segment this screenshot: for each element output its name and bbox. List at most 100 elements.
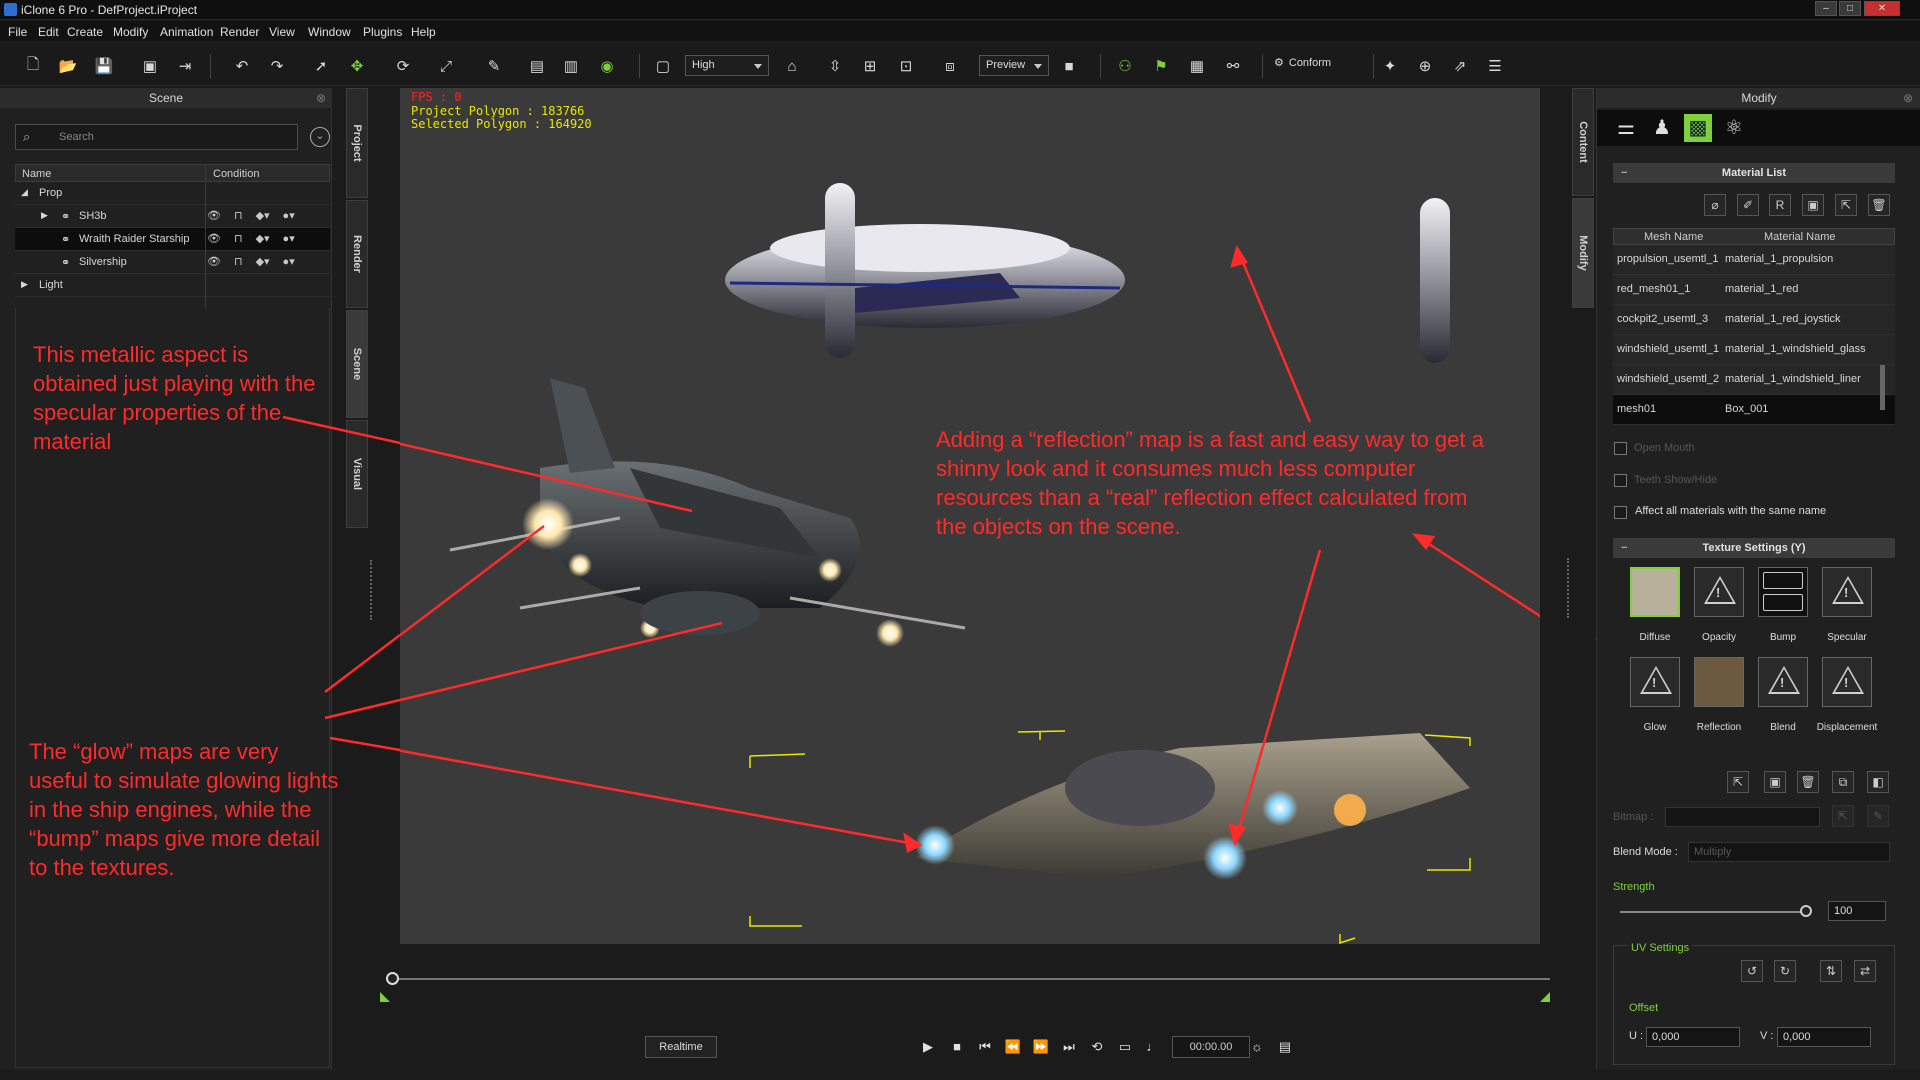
- save-material-icon[interactable]: ▣: [1802, 194, 1824, 216]
- specular-slot[interactable]: !: [1822, 567, 1872, 617]
- rotate-icon[interactable]: ⟳: [392, 56, 414, 76]
- subtitle-icon[interactable]: ▭: [1116, 1039, 1134, 1055]
- folder-export-icon[interactable]: ⇗: [1449, 56, 1471, 76]
- menu-plugins[interactable]: Plugins: [363, 25, 402, 39]
- sphere-icon[interactable]: ●▾: [283, 209, 295, 222]
- puppet-icon[interactable]: ⚯: [1222, 56, 1244, 76]
- v-offset-input[interactable]: 0,000: [1777, 1027, 1871, 1047]
- distribute-icon[interactable]: ▥: [560, 56, 582, 76]
- strength-slider-handle[interactable]: [1800, 905, 1812, 917]
- opacity-slot[interactable]: !: [1694, 567, 1744, 617]
- loop-icon[interactable]: ⟲: [1088, 1039, 1106, 1055]
- reflection-slot[interactable]: [1694, 657, 1744, 707]
- delete-texture-icon[interactable]: 🗑: [1797, 771, 1819, 793]
- load-material-icon[interactable]: ⇱: [1835, 194, 1857, 216]
- realtime-button[interactable]: Realtime: [645, 1036, 717, 1058]
- menu-create[interactable]: Create: [67, 25, 103, 39]
- tree-row-light[interactable]: ▶ Light: [15, 274, 330, 297]
- menu-window[interactable]: Window: [308, 25, 351, 39]
- music-note-icon[interactable]: ♩: [1144, 1039, 1162, 1054]
- menu-animation[interactable]: Animation: [160, 25, 213, 39]
- tab-scene[interactable]: Scene: [346, 310, 368, 418]
- paint-icon[interactable]: ✐: [1737, 194, 1759, 216]
- minimize-button[interactable]: –: [1815, 1, 1837, 16]
- bump-slot[interactable]: [1758, 567, 1808, 617]
- zoom-icon[interactable]: ⊕: [1414, 56, 1436, 76]
- tab-modify[interactable]: Modify: [1572, 198, 1594, 308]
- quality-icon[interactable]: ▢: [652, 56, 674, 76]
- go-end-icon[interactable]: ⏭: [1060, 1039, 1078, 1055]
- open-mouth-checkbox[interactable]: [1614, 442, 1627, 455]
- range-start-marker-icon[interactable]: [380, 992, 390, 1002]
- material-row[interactable]: windshield_usemtl_2 material_1_windshield…: [1613, 365, 1895, 395]
- filter-dropdown-icon[interactable]: ⌄: [310, 127, 330, 147]
- move-gizmo-icon[interactable]: ✥: [346, 56, 368, 76]
- select-arrow-icon[interactable]: ➚: [310, 56, 332, 76]
- material-row[interactable]: cockpit2_usemtl_3 material_1_red_joystick: [1613, 305, 1895, 335]
- tab-content[interactable]: Content: [1572, 88, 1594, 196]
- texture-settings-header[interactable]: − Texture Settings (Y): [1613, 538, 1895, 558]
- uv-flip-vertical-icon[interactable]: ⇅: [1820, 960, 1842, 982]
- home-camera-icon[interactable]: ⌂: [781, 56, 803, 76]
- render-icon[interactable]: ▣: [139, 56, 161, 76]
- teeth-checkbox[interactable]: [1614, 474, 1627, 487]
- tree-row-sh3b[interactable]: ▶ ⚭ SH3b 👁 ⊓ ◆▾ ●▾: [15, 205, 330, 228]
- timeline-icon[interactable]: ▦: [1186, 56, 1208, 76]
- material-row[interactable]: windshield_usemtl_1 material_1_windshield…: [1613, 335, 1895, 365]
- stop-icon[interactable]: ■: [948, 1039, 966, 1054]
- material-row[interactable]: propulsion_usemtl_1 material_1_propulsion: [1613, 245, 1895, 275]
- new-file-icon[interactable]: 🗋: [22, 56, 44, 76]
- tab-project[interactable]: Project: [346, 88, 368, 198]
- rename-icon[interactable]: R: [1769, 194, 1791, 216]
- quality-select[interactable]: High: [685, 55, 769, 76]
- pin-icon[interactable]: ✦: [1379, 56, 1401, 76]
- save-icon[interactable]: 💾: [93, 56, 115, 76]
- affect-all-checkbox[interactable]: [1614, 506, 1627, 519]
- cube-icon[interactable]: ◆▾: [256, 255, 270, 268]
- timecode-field[interactable]: 00:00.00: [1172, 1036, 1250, 1058]
- settings-sliders-icon[interactable]: ☰: [1484, 56, 1506, 76]
- scale-icon[interactable]: ⤢: [435, 56, 457, 76]
- sh3b-model[interactable]: [449, 378, 966, 647]
- cube-icon[interactable]: ◆▾: [256, 232, 270, 245]
- lock-icon[interactable]: ⊓: [234, 255, 243, 268]
- undo-icon[interactable]: ↶: [231, 56, 253, 76]
- uv-rotate-right-icon[interactable]: ↻: [1774, 960, 1796, 982]
- menu-file[interactable]: File: [8, 25, 27, 39]
- bitmap-browse-icon[interactable]: ⇱: [1832, 805, 1854, 827]
- redo-icon[interactable]: ↷: [266, 56, 288, 76]
- tab-visual[interactable]: Visual: [346, 420, 368, 528]
- tree-row-silvership[interactable]: ⚭ Silvership 👁 ⊓ ◆▾ ●▾: [15, 251, 330, 274]
- timeline-playhead[interactable]: [386, 972, 399, 985]
- preview-select[interactable]: Preview: [979, 55, 1049, 76]
- diffuse-slot[interactable]: [1630, 567, 1680, 617]
- condition-icons[interactable]: 👁 ⊓ ◆▾ ●▾: [207, 255, 295, 268]
- condition-icons[interactable]: 👁 ⊓ ◆▾ ●▾: [207, 209, 295, 222]
- channel-icon[interactable]: ◧: [1867, 771, 1889, 793]
- range-end-marker-icon[interactable]: [1540, 992, 1550, 1002]
- motion-path-icon[interactable]: ⚇: [1114, 56, 1136, 76]
- conform-button[interactable]: ⚙ Conform: [1274, 56, 1331, 70]
- collapse-icon[interactable]: −: [1621, 163, 1627, 183]
- edit-texture-icon[interactable]: ⧉: [1832, 771, 1854, 793]
- sphere-icon[interactable]: ●▾: [283, 232, 295, 245]
- rewind-icon[interactable]: ⏪: [1004, 1039, 1022, 1055]
- flag-icon[interactable]: ⚑: [1150, 56, 1172, 76]
- picker-icon[interactable]: ⌀: [1704, 194, 1726, 216]
- displacement-slot[interactable]: !: [1822, 657, 1872, 707]
- expand-arrow-icon[interactable]: ▶: [41, 210, 48, 221]
- bitmap-field[interactable]: [1665, 807, 1820, 827]
- condition-icons[interactable]: 👁 ⊓ ◆▾ ●▾: [207, 232, 295, 245]
- blend-slot[interactable]: !: [1758, 657, 1808, 707]
- close-button[interactable]: ✕: [1864, 1, 1900, 16]
- fit-all-icon[interactable]: ⊞: [859, 56, 881, 76]
- atom-icon[interactable]: ⚛: [1720, 114, 1748, 142]
- timeline-settings-icon[interactable]: ☼: [1248, 1039, 1266, 1054]
- silvership-model[interactable]: [725, 183, 1450, 363]
- go-start-icon[interactable]: ⏮: [976, 1039, 994, 1055]
- export-icon[interactable]: ⇥: [174, 56, 196, 76]
- strength-slider[interactable]: [1620, 911, 1806, 913]
- material-row[interactable]: red_mesh01_1 material_1_red: [1613, 275, 1895, 305]
- delete-material-icon[interactable]: 🗑: [1868, 194, 1890, 216]
- tree-row-wraith-raider[interactable]: ⚭ Wraith Raider Starship 👁 ⊓ ◆▾ ●▾: [15, 228, 330, 251]
